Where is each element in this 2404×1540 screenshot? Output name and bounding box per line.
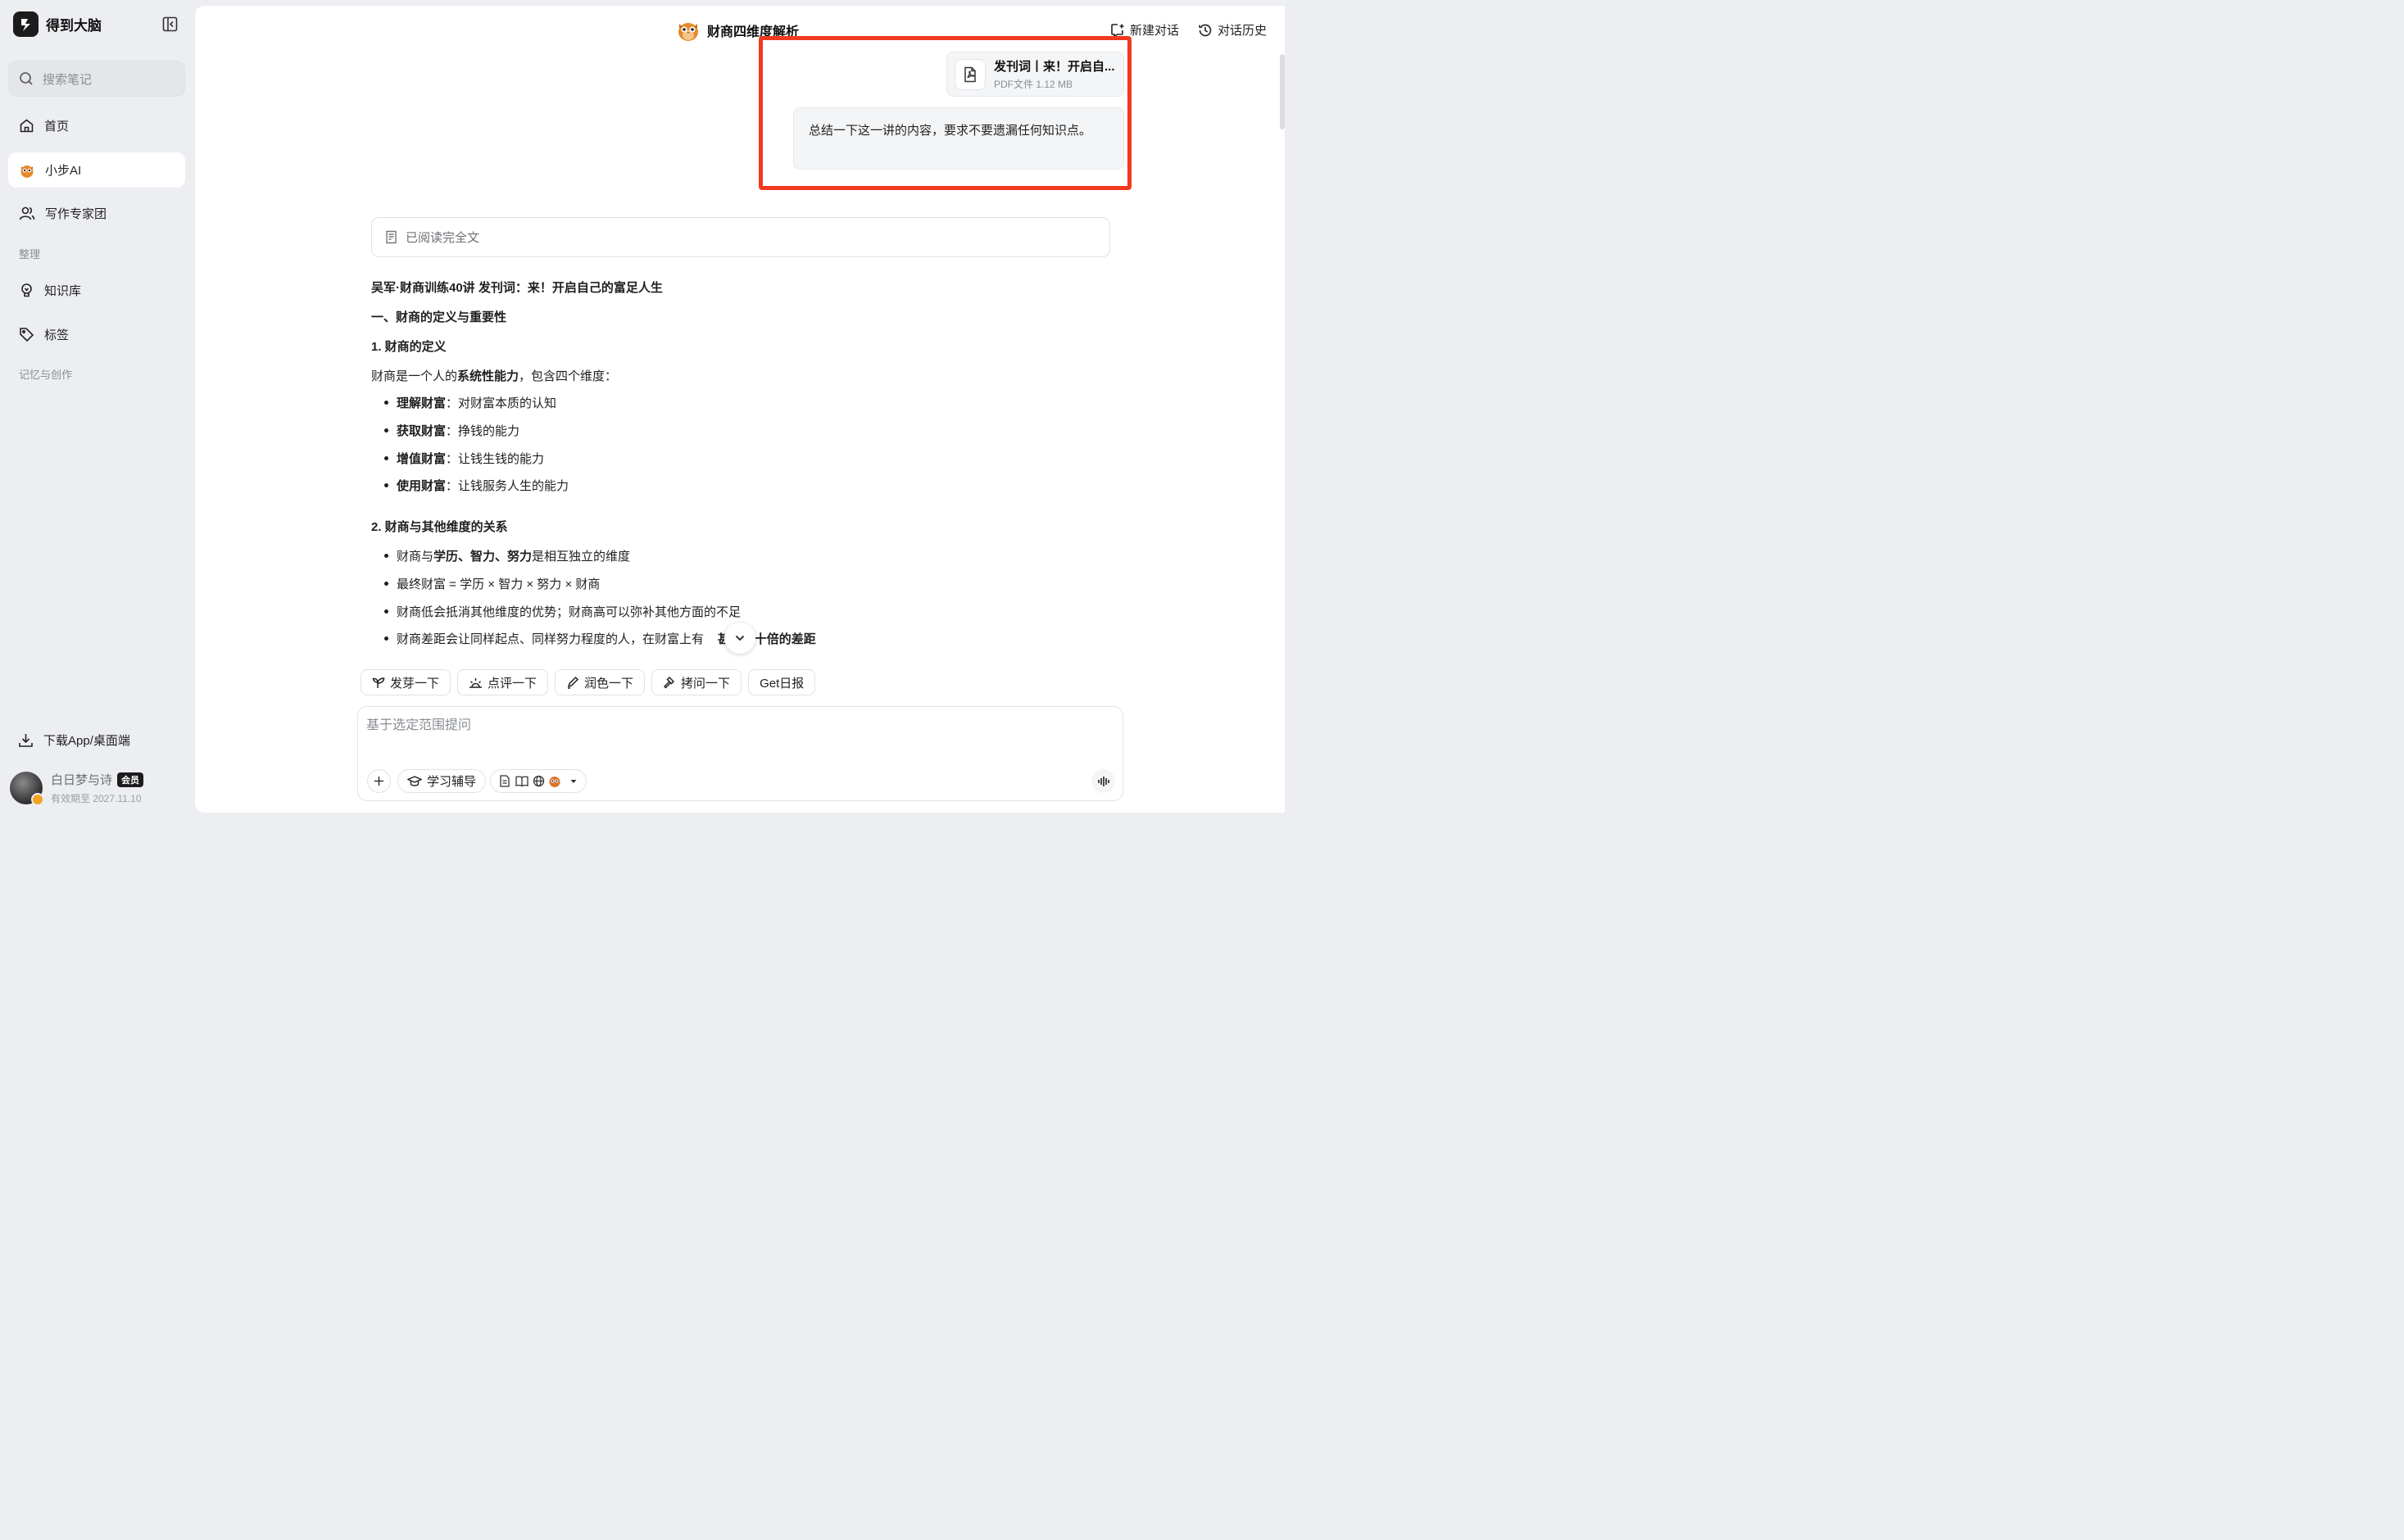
- attachment-name: 发刊词丨来！开启自...: [994, 60, 1115, 74]
- chevron-down-icon: [735, 635, 745, 641]
- answer-section-heading: 一、财商的定义与重要性: [371, 310, 507, 324]
- sidebar-item-writing-experts[interactable]: 写作专家团: [8, 196, 185, 231]
- globe-icon: [533, 775, 545, 787]
- vip-lightning-icon: [31, 793, 44, 806]
- list-item: 获取财富：挣钱的能力: [384, 422, 519, 439]
- sprout-icon: [372, 677, 385, 688]
- search-placeholder: 搜索笔记: [43, 72, 93, 87]
- history-icon: [1199, 24, 1212, 36]
- document-icon: [500, 775, 510, 787]
- list-item: 使用财富：让钱服务人生的能力: [384, 477, 569, 494]
- plus-icon: [374, 777, 383, 786]
- list-item: 理解财富：对财富本质的认知: [384, 394, 556, 411]
- polish-button[interactable]: 润色一下: [555, 669, 646, 695]
- add-attachment-button[interactable]: [367, 769, 391, 793]
- pen-icon: [567, 676, 579, 689]
- search-notes-input[interactable]: 搜索笔记: [8, 61, 185, 97]
- get-daily-report-button[interactable]: Get日报: [748, 669, 816, 695]
- sunrise-icon: [469, 678, 483, 688]
- chat-title: 财商四维度解析: [677, 19, 799, 42]
- chip-label: 发芽一下: [390, 676, 440, 691]
- chat-panel: 财商四维度解析 新建对话 对话历史 发刊词丨来！开启自... PDF文件 1.1…: [195, 6, 1285, 813]
- review-button[interactable]: 点评一下: [457, 669, 549, 695]
- book-icon: [515, 776, 528, 787]
- download-icon: [19, 734, 33, 747]
- scroll-to-bottom-button[interactable]: [724, 623, 755, 654]
- avatar: [10, 772, 44, 806]
- quick-actions: 发芽一下 点评一下 润色一下 拷问一下 Get日报: [361, 669, 822, 695]
- gavel-icon: [663, 676, 675, 689]
- chip-label: 拷问一下: [681, 676, 731, 691]
- list-item: 增值财富：让钱生钱的能力: [384, 450, 544, 467]
- sidebar-item-tags[interactable]: 标签: [8, 317, 185, 352]
- sidebar-item-label: 写作专家团: [45, 207, 107, 221]
- list-item: 最终财富 = 学历 × 智力 × 努力 × 财商: [384, 575, 600, 592]
- pdf-attachment-card[interactable]: 发刊词丨来！开启自... PDF文件 1.12 MB: [946, 52, 1124, 97]
- list-item: 财商低会抵消其他维度的优势；财商高可以弥补其他方面的不足: [384, 603, 741, 620]
- owl-mascot-icon: [678, 23, 698, 41]
- brand[interactable]: 得到大脑: [13, 11, 102, 37]
- chip-label: 点评一下: [488, 676, 537, 691]
- download-app-link[interactable]: 下载App/桌面端: [18, 732, 130, 749]
- page-title: 财商四维度解析: [707, 25, 800, 39]
- source-scope-selector[interactable]: [490, 769, 587, 793]
- sidebar: 得到大脑 搜索笔记 首页 小步AI 写作专家团 整理 知识库 标签 记忆与创作 …: [0, 0, 195, 823]
- voice-input-button[interactable]: [1091, 769, 1115, 793]
- sidebar-item-label: 标签: [44, 328, 70, 342]
- answer-title: 吴军·财商训练40讲 发刊词：来！开启自己的富足人生: [371, 281, 663, 295]
- owl-mascot-icon: [549, 776, 560, 787]
- users-icon: [19, 206, 35, 220]
- graduation-cap-icon: [407, 775, 422, 786]
- collapse-sidebar-icon[interactable]: [162, 16, 178, 32]
- new-chat-icon: [1111, 23, 1124, 38]
- answer-subheading: 1. 财商的定义: [371, 340, 447, 354]
- sidebar-item-label: 知识库: [44, 284, 82, 298]
- answer-subheading: 2. 财商与其他维度的关系: [371, 520, 508, 534]
- study-mode-toggle[interactable]: 学习辅导: [397, 769, 487, 793]
- read-status-label: 已阅读完全文: [406, 231, 480, 245]
- sprout-button[interactable]: 发芽一下: [361, 669, 451, 695]
- chip-label: 润色一下: [584, 676, 634, 691]
- caret-down-icon: [570, 779, 577, 783]
- lightbulb-icon: [21, 283, 32, 297]
- sidebar-item-label: 小步AI: [45, 164, 82, 178]
- section-label-memory: 记忆与创作: [19, 369, 73, 381]
- chat-history-button[interactable]: 对话历史: [1198, 21, 1267, 38]
- list-item: 财商与学历、智力、努力是相互独立的维度: [384, 547, 630, 564]
- tag-icon: [20, 328, 34, 342]
- user-message-bubble: 总结一下这一讲的内容，要求不要遗漏任何知识点。: [793, 107, 1124, 170]
- answer-paragraph: 财商是一个人的系统性能力，包含四个维度：: [371, 369, 618, 383]
- attachment-meta: PDF文件 1.12 MB: [994, 79, 1073, 90]
- composer: 学习辅导: [357, 706, 1123, 801]
- new-chat-label: 新建对话: [1130, 24, 1180, 38]
- voice-wave-icon: [1097, 776, 1109, 786]
- member-badge: 会员: [117, 772, 144, 787]
- sidebar-item-knowledge-base[interactable]: 知识库: [8, 273, 185, 308]
- brand-name: 得到大脑: [46, 18, 102, 34]
- user-profile[interactable]: 白日梦与诗 会员 有效期至 2027.11.10: [10, 771, 144, 806]
- search-icon: [20, 72, 33, 85]
- owl-mascot-icon: [20, 165, 34, 178]
- study-mode-label: 学习辅导: [427, 775, 477, 789]
- pdf-file-icon: [955, 58, 986, 90]
- new-chat-button[interactable]: 新建对话: [1110, 21, 1179, 38]
- question-input[interactable]: [366, 718, 1104, 733]
- home-icon: [20, 119, 34, 133]
- download-label: 下载App/桌面端: [43, 734, 130, 748]
- sidebar-item-home[interactable]: 首页: [8, 108, 185, 143]
- section-label-organize: 整理: [19, 248, 41, 260]
- user-name: 白日梦与诗: [51, 773, 113, 787]
- interrogate-button[interactable]: 拷问一下: [651, 669, 742, 695]
- history-label: 对话历史: [1218, 24, 1268, 38]
- scrollbar[interactable]: [1280, 54, 1285, 129]
- read-status-bar[interactable]: 已阅读完全文: [371, 217, 1110, 257]
- brand-logo-icon: [13, 11, 39, 37]
- chip-label: Get日报: [760, 676, 805, 691]
- sidebar-item-label: 首页: [44, 120, 70, 134]
- membership-expiry: 有效期至 2027.11.10: [51, 793, 142, 804]
- sidebar-item-xiaobu-ai[interactable]: 小步AI: [8, 152, 185, 188]
- document-read-icon: [386, 230, 397, 244]
